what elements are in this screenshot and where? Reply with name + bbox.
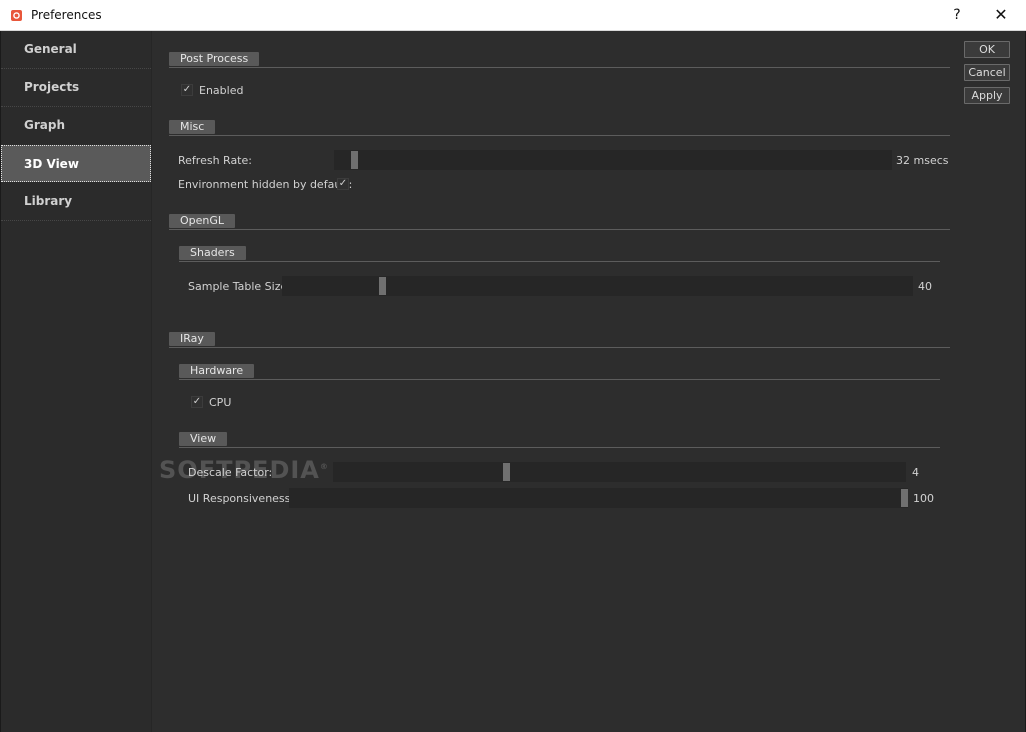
section-misc: Misc (169, 120, 216, 134)
section-iray: IRay (169, 332, 215, 346)
descale-factor-slider[interactable] (333, 462, 906, 482)
section-divider (169, 347, 950, 348)
sidebar-item-graph[interactable]: Graph (1, 107, 151, 144)
sample-table-size-label: Sample Table Size: (188, 280, 291, 293)
ui-responsiveness-value: 100 (913, 492, 934, 505)
close-button[interactable]: ✕ (990, 5, 1012, 25)
watermark-text: SOFTPEDIA (159, 456, 320, 484)
subsection-divider (179, 379, 940, 380)
env-hidden-checkbox[interactable]: ✓ (337, 178, 349, 190)
sidebar-item-general[interactable]: General (1, 31, 151, 68)
refresh-rate-value: 32 msecs (896, 154, 949, 167)
section-opengl: OpenGL (169, 214, 236, 228)
env-hidden-label: Environment hidden by default: (178, 178, 353, 191)
slider-handle[interactable] (503, 463, 510, 481)
slider-handle[interactable] (351, 151, 358, 169)
ok-button[interactable]: OK (964, 41, 1010, 58)
softpedia-watermark: SOFTPEDIA® (159, 456, 329, 484)
subsection-divider (179, 447, 940, 448)
app-icon (11, 10, 22, 21)
enabled-checkbox[interactable]: ✓ (181, 84, 193, 96)
window-title: Preferences (31, 8, 102, 22)
refresh-rate-slider[interactable] (334, 150, 892, 170)
subsection-view: View (179, 432, 228, 446)
subsection-hardware: Hardware (179, 364, 255, 378)
ui-responsiveness-label: UI Responsiveness: (188, 492, 295, 505)
sample-table-size-slider[interactable] (282, 276, 913, 296)
slider-handle[interactable] (379, 277, 386, 295)
section-divider (169, 67, 950, 68)
sample-table-size-value: 40 (918, 280, 932, 293)
descale-factor-value: 4 (912, 466, 919, 479)
cpu-label: CPU (209, 396, 232, 409)
section-divider (169, 229, 950, 230)
ui-responsiveness-slider[interactable] (289, 488, 908, 508)
subsection-shaders: Shaders (179, 246, 246, 260)
sidebar-divider (1, 220, 151, 222)
section-divider (169, 135, 950, 136)
subsection-divider (179, 261, 940, 262)
apply-button[interactable]: Apply (964, 87, 1010, 104)
slider-handle[interactable] (901, 489, 908, 507)
section-post-process: Post Process (169, 52, 260, 66)
title-bar: Preferences ? ✕ (0, 0, 1026, 31)
refresh-rate-label: Refresh Rate: (178, 154, 252, 167)
settings-panel: Post Process ✓ Enabled Misc Refresh Rate… (153, 31, 958, 732)
sidebar-item-3d-view[interactable]: 3D View (1, 145, 151, 182)
enabled-label: Enabled (199, 84, 244, 97)
cpu-checkbox[interactable]: ✓ (191, 396, 203, 408)
help-button[interactable]: ? (946, 5, 968, 25)
sidebar-item-library[interactable]: Library (1, 183, 151, 220)
sidebar: General Projects Graph 3D View Library (1, 31, 152, 732)
cancel-button[interactable]: Cancel (964, 64, 1010, 81)
sidebar-item-projects[interactable]: Projects (1, 69, 151, 106)
